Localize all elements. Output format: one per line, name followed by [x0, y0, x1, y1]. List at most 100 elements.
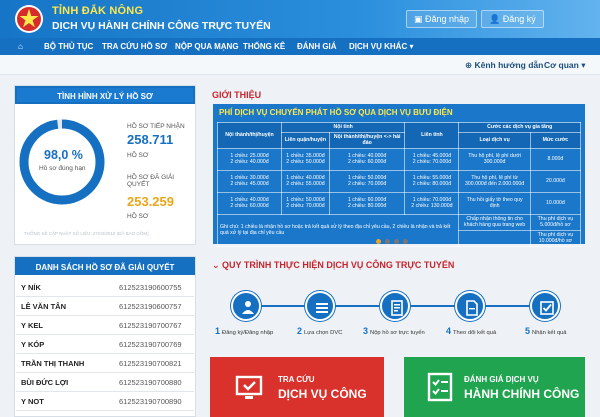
list-item-name: TRẦN THỊ THANH	[21, 359, 85, 368]
list-item[interactable]: Y KEL 612523190700767	[16, 316, 194, 335]
list-item-code: 612523190700767	[119, 321, 182, 330]
fee-cell: 1 chiều: 55.000đ 2 chiều: 80.000đ	[404, 169, 460, 193]
step-4-circle	[455, 291, 485, 321]
step-3-label: 3 Nộp hồ sơ trực tuyến	[363, 326, 425, 336]
received-unit: HỒ SƠ	[127, 152, 149, 159]
fee-note: Ghi chú: 1 chiều là nhận hồ sơ hoặc trả …	[216, 213, 460, 247]
fee-cell: 1 chiều: 45.000đ 2 chiều: 70.000đ	[404, 147, 460, 171]
carousel-dot[interactable]	[394, 239, 399, 244]
register-button[interactable]: 👤 Đăng ký	[481, 10, 544, 28]
fee-header: Nội thành/thị/huyện	[217, 122, 282, 149]
lookup-service-card[interactable]: TRA CỨU DỊCH VỤ CÔNG	[210, 357, 384, 417]
document-icon	[466, 300, 478, 316]
list-item[interactable]: Y KÓP 612523190700769	[16, 335, 194, 354]
fee-cell: 1 chiều: 40.000đ 2 chiều: 60.000đ	[217, 191, 282, 215]
list-item-name: Y KEL	[21, 321, 43, 330]
nav-item-statistics[interactable]: THỐNG KÊ	[243, 38, 285, 55]
fee-header: Loại dịch vụ	[458, 131, 531, 149]
guide-channel-link[interactable]: ⊕ Kênh hướng dẫn	[465, 60, 543, 71]
received-label: HỒ SƠ TIẾP NHẬN	[127, 123, 185, 130]
chevron-down-icon: ▾	[578, 60, 586, 70]
ontime-percent: 98,0 %	[44, 148, 83, 162]
fee-cell: 20.000đ	[529, 169, 582, 193]
nav-item-evaluation[interactable]: ĐÁNH GIÁ	[297, 38, 337, 55]
list-item-code: 612523190700890	[119, 397, 182, 406]
panel-title: TÌNH HÌNH XỬ LÝ HỒ SƠ	[15, 86, 195, 104]
step-3-circle	[380, 291, 410, 321]
list-item-name: Y NÍK	[21, 283, 41, 292]
form-icon	[391, 300, 403, 316]
resolved-unit: HỒ SƠ	[127, 213, 149, 220]
chevron-down-icon: ⌄	[212, 260, 223, 270]
fee-cell: Thu phí dịch vụ 10.000đ/hồ sơ	[529, 229, 582, 247]
list-item-name: LÊ VĂN TÂN	[21, 302, 66, 311]
list-item-code: 612523190600755	[119, 283, 182, 292]
list-item[interactable]: Y NÍK 612523190600755	[16, 278, 194, 297]
fee-cell: 1 chiều: 30.000đ 2 chiều: 45.000đ	[217, 169, 282, 193]
list-item-name: Y NOT	[21, 397, 44, 406]
carousel-dot-active[interactable]	[376, 239, 381, 244]
chevron-down-icon: ▾	[409, 42, 414, 51]
carousel-dots	[376, 231, 412, 249]
fee-title: PHÍ DỊCH VỤ CHUYỂN PHÁT HỒ SƠ QUA DỊCH V…	[219, 108, 453, 117]
list-item-name: Y KÓP	[21, 340, 45, 349]
stats-update-note: THỐNG KÊ CẬP NHẬT SỐ LIỆU: 27/03/2019 (Đ…	[24, 231, 149, 236]
panel-title: DANH SÁCH HỒ SƠ ĐÃ GIẢI QUYẾT	[15, 257, 195, 275]
fee-header: Cước các dịch vụ gia tăng	[458, 122, 581, 133]
list-item-code: 612523190700769	[119, 340, 182, 349]
fee-cell: 1 chiều: 35.000đ 2 chiều: 50.000đ	[281, 147, 330, 171]
fee-cell: 1 chiều: 50.000đ 2 chiều: 70.000đ	[281, 191, 330, 215]
list-item[interactable]: Y NOT 612523190700890	[16, 392, 194, 411]
step-5-circle	[530, 291, 560, 321]
carousel-dot[interactable]	[385, 239, 390, 244]
list-icon	[316, 303, 328, 313]
fee-cell: Thu hồi giấy tờ theo quy định	[458, 191, 531, 215]
intro-heading: GIỚI THIỆU	[212, 90, 262, 100]
list-item[interactable]: TRẦN THỊ THANH 612523190700821	[16, 354, 194, 373]
resolved-count: 253.259	[127, 194, 174, 209]
fee-cell: Thu hộ phí, lệ phí từ 300.000đ đến 2.000…	[458, 169, 531, 193]
fee-cell: 1 chiều: 60.000đ 2 chiều: 80.000đ	[328, 191, 406, 215]
fee-cell: Thu phí dịch vụ 5.000đ/hồ sơ	[529, 213, 582, 231]
nav-item-lookup[interactable]: TRA CỨU HỒ SƠ	[102, 38, 167, 55]
nav-item-online-submit[interactable]: NỘP QUA MẠNG	[175, 38, 239, 55]
ontime-label: Hồ sơ đúng hạn	[39, 165, 86, 172]
province-name[interactable]: TỈNH ĐẮK NÔNG	[52, 5, 143, 17]
monitor-icon	[235, 375, 263, 399]
agency-dropdown[interactable]: Cơ quan ▾	[544, 60, 586, 71]
fee-cell: Thu hộ phí, lệ phí dưới 300.000đ	[458, 147, 531, 171]
checklist-icon	[427, 372, 453, 402]
fee-header: Nội tỉnh	[280, 122, 406, 133]
resolved-label: HỒ SƠ ĐÃ GIẢI QUYẾT	[127, 174, 175, 188]
received-count: 258.711	[127, 132, 174, 147]
fee-cell: Chấp nhận thông tin cho khách hàng qua t…	[458, 213, 531, 231]
lookup-card-line2: DỊCH VỤ CÔNG	[278, 387, 367, 401]
evaluation-card[interactable]: ĐÁNH GIÁ DỊCH VỤ HÀNH CHÍNH CÔNG	[404, 357, 585, 417]
fee-cell: 1 chiều: 70.000đ 2 chiều: 130.000đ	[404, 191, 460, 215]
fee-cell: 10.000đ	[529, 191, 582, 215]
lookup-card-line1: TRA CỨU	[278, 375, 315, 384]
fee-cell: 1 chiều: 40.000đ 2 chiều: 55.000đ	[281, 169, 330, 193]
home-icon[interactable]: ⌂	[18, 38, 23, 55]
carousel-dot[interactable]	[403, 239, 408, 244]
step-4-label: 4 Theo dõi kết quả	[446, 326, 497, 336]
fee-cell: 1 chiều: 25.000đ 2 chiều: 40.000đ	[217, 147, 282, 171]
list-item-code: 612523190700880	[119, 378, 182, 387]
nav-item-procedures[interactable]: BỘ THỦ TỤC	[44, 38, 93, 55]
step-5-label: 5 Nhận kết quả	[525, 326, 567, 336]
fee-cell	[458, 229, 531, 247]
step-1-circle	[231, 291, 261, 321]
list-item-code: 612523190600757	[119, 302, 182, 311]
login-button[interactable]: ▣ Đăng nhập	[406, 10, 478, 28]
fee-banner[interactable]: PHÍ DỊCH VỤ CHUYỂN PHÁT HỒ SƠ QUA DỊCH V…	[213, 104, 585, 247]
ontime-ring-arc	[19, 119, 105, 205]
province-emblem-icon[interactable]	[14, 3, 44, 35]
user-network-icon	[242, 301, 254, 314]
nav-item-other-services[interactable]: DỊCH VỤ KHÁC ▾	[349, 38, 413, 55]
fee-header: Nội thành/thị/huyện <-> hải đảo	[328, 131, 406, 149]
list-item[interactable]: LÊ VĂN TÂN 612523190600757	[16, 297, 194, 316]
fee-header: Liên quận/huyện	[281, 131, 330, 149]
fee-header: Liên tỉnh	[404, 122, 460, 149]
list-item[interactable]: BÙI ĐỨC LỢI 612523190700880	[16, 373, 194, 392]
portal-title[interactable]: DỊCH VỤ HÀNH CHÍNH CÔNG TRỰC TUYẾN	[52, 20, 271, 32]
